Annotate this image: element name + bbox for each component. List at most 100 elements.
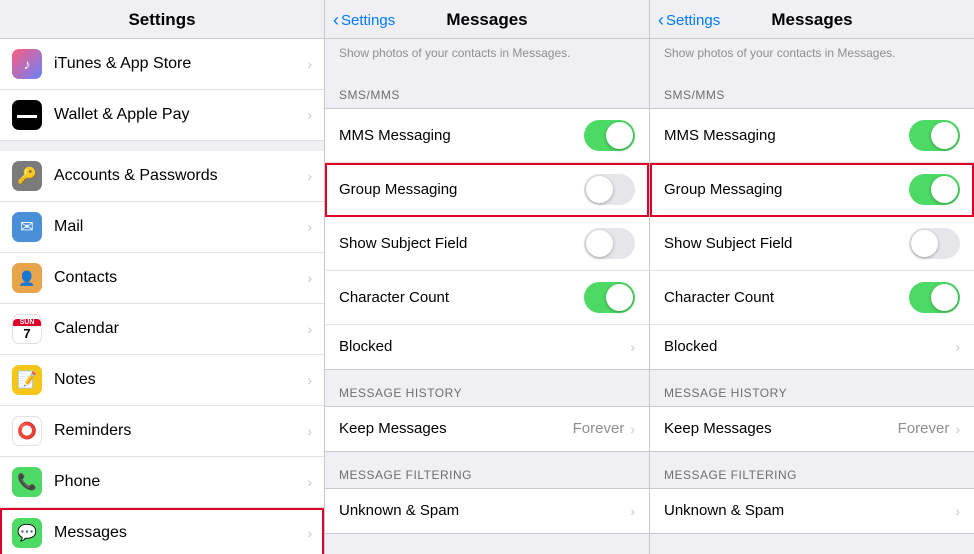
- contacts-icon: 👤: [12, 263, 42, 293]
- sidebar-item-notes[interactable]: 📝 Notes ›: [0, 355, 324, 406]
- sidebar-label-phone: Phone: [54, 473, 307, 491]
- sidebar-label-contacts: Contacts: [54, 269, 307, 287]
- right-spam-chevron: ›: [955, 503, 960, 519]
- sidebar-item-messages[interactable]: 💬 Messages ›: [0, 508, 324, 554]
- middle-filtering-section: Unknown & Spam ›: [325, 488, 649, 534]
- right-msg-history-header: MESSAGE HISTORY: [650, 370, 974, 406]
- chevron-icon: ›: [307, 270, 312, 286]
- middle-panel-content: Show photos of your contacts in Messages…: [325, 39, 649, 554]
- right-keep-label: Keep Messages: [664, 420, 898, 437]
- wallet-icon: ▬▬: [12, 100, 42, 130]
- middle-sms-header: SMS/MMS: [325, 72, 649, 108]
- middle-mms-label: MMS Messaging: [339, 127, 584, 144]
- sidebar-label-reminders: Reminders: [54, 422, 307, 440]
- sidebar-label-notes: Notes: [54, 371, 307, 389]
- sidebar-label-accounts: Accounts & Passwords: [54, 167, 307, 185]
- middle-row-blocked[interactable]: Blocked ›: [325, 325, 649, 369]
- middle-blocked-label: Blocked: [339, 338, 630, 355]
- right-subject-label: Show Subject Field: [664, 235, 909, 252]
- middle-row-show-subject: Show Subject Field: [325, 217, 649, 271]
- chevron-icon: ›: [307, 423, 312, 439]
- right-unknown-spam-row[interactable]: Unknown & Spam ›: [650, 489, 974, 533]
- right-row-show-subject: Show Subject Field: [650, 217, 974, 271]
- middle-sms-section: MMS Messaging Group Messaging Show Subje…: [325, 108, 649, 370]
- chevron-icon: ›: [307, 372, 312, 388]
- middle-row-group-msg: Group Messaging: [325, 163, 649, 217]
- right-blocked-chevron: ›: [955, 339, 960, 355]
- right-panel-header: ‹ Settings Messages: [650, 0, 974, 39]
- sidebar-item-mail[interactable]: ✉ Mail ›: [0, 202, 324, 253]
- right-group-label: Group Messaging: [664, 181, 909, 198]
- sidebar-item-reminders[interactable]: ⭕ Reminders ›: [0, 406, 324, 457]
- right-sms-section: MMS Messaging Group Messaging Show Subje…: [650, 108, 974, 370]
- right-history-section: Keep Messages Forever ›: [650, 406, 974, 452]
- chevron-icon: ›: [307, 56, 312, 72]
- middle-keep-messages-row[interactable]: Keep Messages Forever ›: [325, 407, 649, 451]
- sidebar-item-wallet[interactable]: ▬▬ Wallet & Apple Pay ›: [0, 90, 324, 141]
- sidebar-label-mail: Mail: [54, 218, 307, 236]
- right-mms-toggle[interactable]: [909, 120, 960, 151]
- messages-icon: 💬: [12, 518, 42, 548]
- mail-icon: ✉: [12, 212, 42, 242]
- right-mms-label: MMS Messaging: [664, 127, 909, 144]
- chevron-icon: ›: [307, 107, 312, 123]
- right-keep-chevron: ›: [955, 421, 960, 437]
- middle-row-char-count: Character Count: [325, 271, 649, 325]
- right-charcount-label: Character Count: [664, 289, 909, 306]
- middle-unknown-spam-row[interactable]: Unknown & Spam ›: [325, 489, 649, 533]
- messages-panel-right: ‹ Settings Messages Show photos of your …: [650, 0, 974, 554]
- right-sms-header: SMS/MMS: [650, 72, 974, 108]
- reminders-icon: ⭕: [12, 416, 42, 446]
- right-charcount-toggle[interactable]: [909, 282, 960, 313]
- sidebar-item-phone[interactable]: 📞 Phone ›: [0, 457, 324, 508]
- itunes-icon: ♪: [12, 49, 42, 79]
- chevron-icon: ›: [307, 168, 312, 184]
- middle-subject-toggle[interactable]: [584, 228, 635, 259]
- right-row-char-count: Character Count: [650, 271, 974, 325]
- sidebar-item-contacts[interactable]: 👤 Contacts ›: [0, 253, 324, 304]
- middle-spam-label: Unknown & Spam: [339, 502, 630, 519]
- settings-sidebar: Settings ♪ iTunes & App Store › ▬▬ Walle…: [0, 0, 325, 554]
- back-label-middle: Settings: [341, 12, 395, 29]
- back-label-right: Settings: [666, 12, 720, 29]
- middle-msg-history-header: MESSAGE HISTORY: [325, 370, 649, 406]
- right-panel-content: Show photos of your contacts in Messages…: [650, 39, 974, 554]
- right-subject-toggle[interactable]: [909, 228, 960, 259]
- middle-mms-toggle[interactable]: [584, 120, 635, 151]
- right-filtering-header: MESSAGE FILTERING: [650, 452, 974, 488]
- middle-group-toggle[interactable]: [584, 174, 635, 205]
- chevron-icon: ›: [307, 525, 312, 541]
- middle-charcount-label: Character Count: [339, 289, 584, 306]
- right-panel-title: Messages: [771, 10, 852, 30]
- calendar-icon: SUN 7: [12, 314, 42, 344]
- middle-keep-chevron: ›: [630, 421, 635, 437]
- right-keep-messages-row[interactable]: Keep Messages Forever ›: [650, 407, 974, 451]
- settings-list: ♪ iTunes & App Store › ▬▬ Wallet & Apple…: [0, 39, 324, 554]
- middle-charcount-toggle[interactable]: [584, 282, 635, 313]
- middle-desc-top: Show photos of your contacts in Messages…: [325, 39, 649, 72]
- right-blocked-label: Blocked: [664, 338, 955, 355]
- back-chevron-right-icon: ‹: [658, 11, 664, 29]
- middle-panel-header: ‹ Settings Messages: [325, 0, 649, 39]
- middle-panel-title: Messages: [446, 10, 527, 30]
- middle-filtering-header: MESSAGE FILTERING: [325, 452, 649, 488]
- chevron-icon: ›: [307, 219, 312, 235]
- right-spam-label: Unknown & Spam: [664, 502, 955, 519]
- middle-group-label: Group Messaging: [339, 181, 584, 198]
- right-row-blocked[interactable]: Blocked ›: [650, 325, 974, 369]
- middle-spam-chevron: ›: [630, 503, 635, 519]
- sidebar-item-accounts[interactable]: 🔑 Accounts & Passwords ›: [0, 151, 324, 202]
- back-button-right[interactable]: ‹ Settings: [658, 11, 720, 29]
- chevron-icon: ›: [307, 474, 312, 490]
- right-desc-top: Show photos of your contacts in Messages…: [650, 39, 974, 72]
- back-button-middle[interactable]: ‹ Settings: [333, 11, 395, 29]
- chevron-icon: ›: [307, 321, 312, 337]
- sidebar-item-calendar[interactable]: SUN 7 Calendar ›: [0, 304, 324, 355]
- sidebar-label-wallet: Wallet & Apple Pay: [54, 106, 307, 124]
- right-keep-value: Forever: [898, 420, 950, 437]
- phone-icon: 📞: [12, 467, 42, 497]
- right-group-toggle[interactable]: [909, 174, 960, 205]
- middle-subject-label: Show Subject Field: [339, 235, 584, 252]
- sidebar-item-itunes[interactable]: ♪ iTunes & App Store ›: [0, 39, 324, 90]
- middle-history-section: Keep Messages Forever ›: [325, 406, 649, 452]
